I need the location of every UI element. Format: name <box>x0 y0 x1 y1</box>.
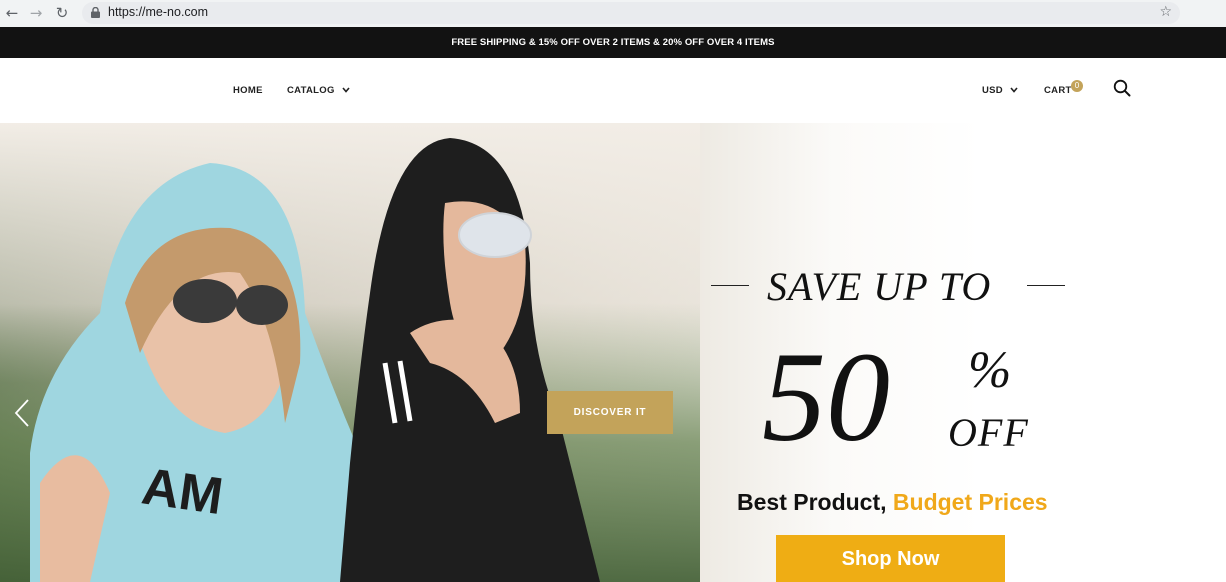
divider-right <box>1027 285 1065 286</box>
lock-icon <box>91 7 100 18</box>
chevron-down-icon <box>1010 87 1018 94</box>
off-label: OFF <box>948 410 1029 455</box>
cart-count-badge: 0 <box>1071 80 1083 92</box>
site-header: HOME CATALOG USD CART 0 <box>0 58 1226 123</box>
hero-tagline: Best Product, Budget Prices <box>737 489 1048 516</box>
divider-left <box>711 285 749 286</box>
search-icon[interactable] <box>1113 79 1131 97</box>
browser-toolbar: ← → ↻ https://me-no.com ☆ <box>0 0 1226 27</box>
svg-text:AM: AM <box>138 457 226 526</box>
address-bar[interactable]: https://me-no.com ☆ <box>82 2 1180 24</box>
back-arrow-icon[interactable]: ← <box>3 4 21 22</box>
percent-sign: % <box>968 342 1012 399</box>
chevron-down-icon <box>342 87 350 94</box>
nav-home-link[interactable]: HOME <box>233 85 263 96</box>
nav-catalog-link[interactable]: CATALOG <box>287 85 350 96</box>
url-text: https://me-no.com <box>108 5 209 19</box>
reload-icon[interactable]: ↻ <box>53 4 71 22</box>
slider-prev-arrow-icon[interactable] <box>14 399 30 427</box>
discount-number: 50 <box>762 326 890 468</box>
save-up-to-heading: SAVE UP TO <box>767 264 992 309</box>
hero-slider: AM DISCOVER IT SAVE UP TO 50 % OFF Best … <box>0 123 1226 582</box>
bookmark-star-icon[interactable]: ☆ <box>1159 4 1172 20</box>
currency-selector[interactable]: USD <box>982 85 1018 96</box>
promo-banner: FREE SHIPPING & 15% OFF OVER 2 ITEMS & 2… <box>0 27 1226 58</box>
forward-arrow-icon[interactable]: → <box>27 4 45 22</box>
hero-models-image: AM <box>0 138 700 582</box>
cart-link[interactable]: CART <box>1044 85 1072 96</box>
nav-catalog-label: CATALOG <box>287 85 335 96</box>
tagline-highlight: Budget Prices <box>892 489 1048 515</box>
currency-label: USD <box>982 85 1003 96</box>
tagline-main: Best Product, <box>737 489 887 515</box>
shop-now-button[interactable]: Shop Now <box>776 535 1005 582</box>
discover-button[interactable]: DISCOVER IT <box>547 391 673 434</box>
